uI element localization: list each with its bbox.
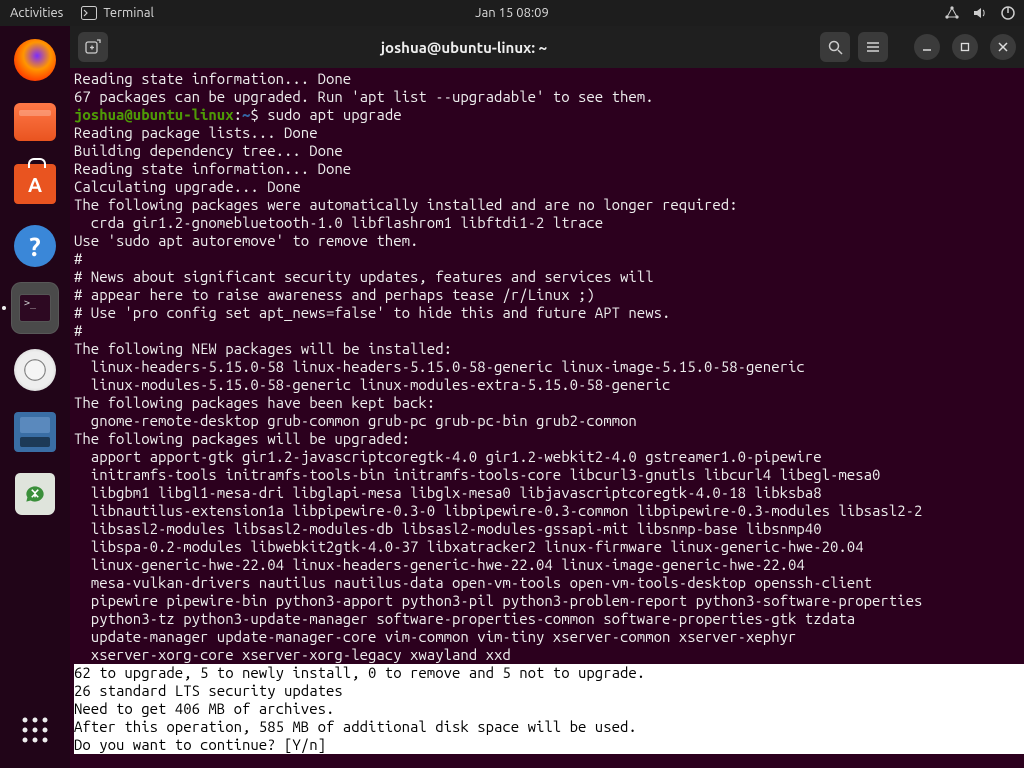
new-tab-icon xyxy=(85,39,101,55)
term-line: linux-headers-5.15.0-58 linux-headers-5.… xyxy=(74,358,805,375)
term-line: Reading package lists... Done xyxy=(74,124,318,141)
term-highlight-line: Need to get 406 MB of archives. xyxy=(74,700,1024,718)
disc-icon xyxy=(14,349,56,391)
term-line: Building dependency tree... Done xyxy=(74,142,343,159)
term-highlight-line: After this operation, 585 MB of addition… xyxy=(74,718,1024,736)
terminal-app-icon xyxy=(11,282,59,334)
term-line: # xyxy=(74,322,82,339)
grid-icon xyxy=(18,713,52,747)
term-line: # Use 'pro config set apt_news=false' to… xyxy=(74,304,670,321)
disks-icon xyxy=(14,412,56,452)
network-icon[interactable] xyxy=(944,5,960,21)
term-line: Use 'sudo apt autoremove' to remove them… xyxy=(74,232,418,249)
term-line: libsasl2-modules libsasl2-modules-db lib… xyxy=(74,520,822,537)
power-icon[interactable] xyxy=(1000,5,1016,21)
clock[interactable]: Jan 15 08:09 xyxy=(475,6,549,20)
search-button[interactable] xyxy=(820,32,850,62)
dock-disc[interactable] xyxy=(11,346,59,394)
dock-files[interactable] xyxy=(11,98,59,146)
close-button[interactable] xyxy=(990,34,1016,60)
trash-icon xyxy=(15,473,55,515)
term-line: linux-generic-hwe-22.04 linux-headers-ge… xyxy=(74,556,805,573)
term-line: apport apport-gtk gir1.2-javascriptcoreg… xyxy=(74,448,822,465)
app-menu-label: Terminal xyxy=(103,6,154,20)
term-line: The following packages were automaticall… xyxy=(74,196,738,213)
dock-firefox[interactable] xyxy=(11,36,59,84)
prompt-sep: : xyxy=(234,106,242,123)
term-line: Reading state information... Done xyxy=(74,70,351,87)
minimize-button[interactable] xyxy=(914,34,940,60)
term-prompt-continue[interactable]: Do you want to continue? [Y/n] xyxy=(74,736,1024,754)
dock-software[interactable] xyxy=(11,160,59,208)
terminal-window: joshua@ubuntu-linux: ~ Reading state inf… xyxy=(70,26,1024,768)
prompt-user: joshua@ubuntu-linux xyxy=(74,106,234,123)
files-icon xyxy=(14,103,56,141)
term-line: The following packages will be upgraded: xyxy=(74,430,410,447)
dock-trash[interactable] xyxy=(11,470,59,518)
ubuntu-dock: ? xyxy=(0,26,70,768)
term-line: Calculating upgrade... Done xyxy=(74,178,301,195)
term-line: mesa-vulkan-drivers nautilus nautilus-da… xyxy=(74,574,872,591)
dock-help[interactable]: ? xyxy=(11,222,59,270)
term-line: xserver-xorg-core xserver-xorg-legacy xw… xyxy=(74,646,511,663)
maximize-icon xyxy=(959,41,971,53)
hamburger-menu-button[interactable] xyxy=(858,32,888,62)
term-line: 67 packages can be upgraded. Run 'apt li… xyxy=(74,88,654,105)
term-line: libspa-0.2-modules libwebkit2gtk-4.0-37 … xyxy=(74,538,864,555)
dock-terminal[interactable] xyxy=(11,284,59,332)
term-line: # News about significant security update… xyxy=(74,268,654,285)
firefox-icon xyxy=(14,39,56,81)
term-line: pipewire pipewire-bin python3-apport pyt… xyxy=(74,592,922,609)
term-line: crda gir1.2-gnomebluetooth-1.0 libflashr… xyxy=(74,214,603,231)
search-icon xyxy=(827,39,843,55)
term-line: The following NEW packages will be insta… xyxy=(74,340,452,357)
term-line: python3-tz python3-update-manager softwa… xyxy=(74,610,855,627)
software-icon xyxy=(14,164,56,204)
app-menu[interactable]: Terminal xyxy=(81,6,154,20)
term-line: # xyxy=(74,250,82,267)
terminal-icon xyxy=(81,6,97,20)
dock-disks[interactable] xyxy=(11,408,59,456)
maximize-button[interactable] xyxy=(952,34,978,60)
terminal-viewport[interactable]: Reading state information... Done 67 pac… xyxy=(70,68,1024,768)
term-line: update-manager update-manager-core vim-c… xyxy=(74,628,796,645)
term-line: linux-modules-5.15.0-58-generic linux-mo… xyxy=(74,376,670,393)
gnome-top-bar: Activities Terminal Jan 15 08:09 xyxy=(0,0,1024,26)
term-line: Reading state information... Done xyxy=(74,160,351,177)
prompt-command: sudo apt upgrade xyxy=(267,106,401,123)
term-line: initramfs-tools initramfs-tools-bin init… xyxy=(74,466,880,483)
help-icon: ? xyxy=(14,225,56,267)
activities-button[interactable]: Activities xyxy=(10,6,63,20)
term-line: libgbm1 libgl1-mesa-dri libglapi-mesa li… xyxy=(74,484,822,501)
new-tab-button[interactable] xyxy=(78,32,108,62)
prompt-sigil: $ xyxy=(250,106,258,123)
term-highlight-line: 26 standard LTS security updates xyxy=(74,682,1024,700)
hamburger-icon xyxy=(865,39,881,55)
show-applications-button[interactable] xyxy=(11,706,59,754)
term-line: gnome-remote-desktop grub-common grub-pc… xyxy=(74,412,637,429)
term-line: libnautilus-extension1a libpipewire-0.3-… xyxy=(74,502,922,519)
window-title: joshua@ubuntu-linux: ~ xyxy=(116,39,812,56)
term-line: The following packages have been kept ba… xyxy=(74,394,435,411)
term-line: # appear here to raise awareness and per… xyxy=(74,286,595,303)
volume-icon[interactable] xyxy=(972,5,988,21)
window-titlebar[interactable]: joshua@ubuntu-linux: ~ xyxy=(70,26,1024,68)
close-icon xyxy=(997,41,1009,53)
minimize-icon xyxy=(921,41,933,53)
term-highlight-line: 62 to upgrade, 5 to newly install, 0 to … xyxy=(74,664,1024,682)
